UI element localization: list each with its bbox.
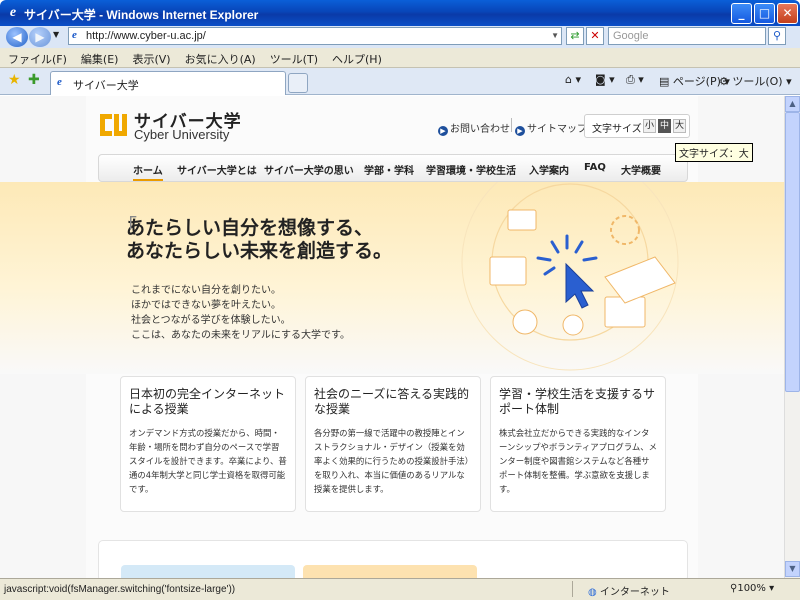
vertical-scrollbar[interactable]: ▲ ▼ <box>784 96 800 578</box>
globe-icon: ◍ <box>588 587 597 598</box>
contact-label: お問い合わせ <box>450 124 510 135</box>
nav-home[interactable]: ホーム <box>133 162 163 181</box>
zone-label: インターネット <box>599 587 670 598</box>
card-title: 日本初の完全インターネットによる授業 <box>129 387 286 416</box>
minimize-button[interactable]: _ <box>731 3 752 24</box>
scroll-down-icon[interactable]: ▼ <box>785 561 800 577</box>
menu-help[interactable]: ヘルプ(H) <box>326 48 388 70</box>
back-button[interactable]: ◀ <box>6 27 28 47</box>
hero-body-line: これまでにない自分を創りたい。 <box>131 285 281 296</box>
status-bar: javascript:void(fsManager.switching('fon… <box>0 578 800 600</box>
address-dropdown-icon[interactable]: ▼ <box>551 28 559 44</box>
card-text: 各分野の第一線で活躍中の教授陣とインストラクショナル・デザイン（授業を効率よく効… <box>314 428 469 494</box>
page-menu-label: ページ(P) <box>672 75 721 88</box>
nav-faculties[interactable]: 学部・学科 <box>364 162 414 177</box>
menu-file[interactable]: ファイル(F) <box>2 48 73 70</box>
hero-illustration <box>461 182 679 371</box>
nav-philosophy[interactable]: サイバー大学の思い <box>264 162 354 177</box>
nav-faq[interactable]: FAQ <box>584 162 606 173</box>
print-icon[interactable]: ⎙ ▾ <box>626 73 644 87</box>
search-icon[interactable]: ⚲ <box>768 27 786 45</box>
page-icon: e <box>72 29 77 41</box>
menu-favorites[interactable]: お気に入り(A) <box>179 48 262 70</box>
font-size-switcher: 文字サイズ 小 中 大 <box>584 114 690 138</box>
feature-card-support[interactable]: 学習・学校生活を支援するサポート体制 株式会社立だからできる実践的なインターンシ… <box>490 376 666 512</box>
arrow-circle-icon: ▶ <box>515 126 525 136</box>
cyber-university-logo-icon <box>100 114 127 136</box>
arrow-circle-icon: ▶ <box>438 126 448 136</box>
tab-cyber-university[interactable]: e サイバー大学 <box>50 71 286 95</box>
maximize-button[interactable]: □ <box>754 3 775 24</box>
tab-title: サイバー大学 <box>73 79 139 92</box>
tools-menu-button[interactable]: ⚙ ツール(O) ▾ <box>719 73 792 89</box>
hero-body-line: ここは、あなたの未来をリアルにする大学です。 <box>131 330 350 341</box>
sitemap-link[interactable]: ▶ サイトマップ <box>515 120 587 136</box>
hero-body-line: ほかではできない夢を叶えたい。 <box>131 300 281 311</box>
tab-favicon-icon: e <box>57 76 62 88</box>
logo-text-en[interactable]: Cyber University <box>134 127 229 142</box>
menu-tools[interactable]: ツール(T) <box>264 48 324 70</box>
zoom-control[interactable]: ⚲100% ▾ <box>730 583 774 594</box>
menu-bar: ファイル(F) 編集(E) 表示(V) お気に入り(A) ツール(T) ヘルプ(H) <box>0 48 800 68</box>
favorites-star-icon[interactable]: ★ <box>8 72 21 88</box>
hero-body: これまでにない自分を創りたい。 ほかではできない夢を叶えたい。 社会とつながる学… <box>131 283 350 343</box>
nav-about[interactable]: サイバー大学とは <box>177 162 257 177</box>
new-tab-button[interactable] <box>288 73 308 93</box>
feeds-icon[interactable]: ◙ ▾ <box>595 73 615 86</box>
search-placeholder: Google <box>613 30 649 42</box>
hero-headline: 「 あたらしい自分を想像する、 あなたらしい未来を創造する。 <box>117 215 393 263</box>
hero-headline-line1: あたらしい自分を想像する、 <box>126 217 374 239</box>
history-dropdown-icon[interactable]: ▼ <box>53 30 59 39</box>
card-text: 株式会社立だからできる実践的なインターンシップやボランティアプログラム、メンター… <box>499 428 657 494</box>
font-size-label: 文字サイズ <box>592 124 642 135</box>
nav-campus-life[interactable]: 学習環境・学校生活 <box>426 162 516 177</box>
hero-body-line: 社会とつながる学びを体験したい。 <box>131 315 291 326</box>
status-divider <box>572 581 573 597</box>
font-size-medium-button[interactable]: 中 <box>658 119 671 133</box>
card-title: 学習・学校生活を支援するサポート体制 <box>499 387 656 416</box>
close-button[interactable]: ✕ <box>777 3 798 24</box>
lower-panel <box>98 540 688 583</box>
window-title: サイバー大学 - Windows Internet Explorer <box>24 8 259 22</box>
menu-view[interactable]: 表示(V) <box>126 48 176 70</box>
font-size-large-button[interactable]: 大 <box>673 119 686 133</box>
nav-admissions[interactable]: 入学案内 <box>529 162 569 177</box>
card-title: 社会のニーズに答える実践的な授業 <box>314 387 470 416</box>
menu-edit[interactable]: 編集(E) <box>75 48 125 70</box>
link-divider <box>511 118 512 132</box>
hero-headline-line2: あなたらしい未来を創造する。 <box>126 240 393 262</box>
nav-overview[interactable]: 大学概要 <box>621 162 661 177</box>
search-input[interactable]: Google <box>608 27 766 45</box>
zoom-value: 100% <box>737 583 766 594</box>
add-favorite-icon[interactable]: ✚ <box>28 72 40 88</box>
cursor-arrow-icon <box>565 262 595 309</box>
card-text: オンデマンド方式の授業だから、時間・年齢・場所を問わず自分のペースで学習スタイル… <box>129 428 287 494</box>
contact-link[interactable]: ▶ お問い合わせ <box>438 120 510 136</box>
forward-button[interactable]: ▶ <box>29 27 51 47</box>
address-url: http://www.cyber-u.ac.jp/ <box>86 30 206 42</box>
tooltip: 文字サイズ：大 <box>675 143 753 162</box>
global-nav: ホーム サイバー大学とは サイバー大学の思い 学部・学科 学習環境・学校生活 入… <box>98 154 688 182</box>
font-size-small-button[interactable]: 小 <box>643 119 656 133</box>
address-bar[interactable]: e http://www.cyber-u.ac.jp/ ▼ <box>68 27 562 45</box>
home-icon[interactable]: ⌂ ▾ <box>565 73 581 86</box>
scroll-up-icon[interactable]: ▲ <box>785 96 800 112</box>
internet-zone[interactable]: ◍ インターネット <box>588 583 670 598</box>
feature-card-practical[interactable]: 社会のニーズに答える実践的な授業 各分野の第一線で活躍中の教授陣とインストラクシ… <box>305 376 481 512</box>
title-bar: e サイバー大学 - Windows Internet Explorer _ □… <box>0 0 800 26</box>
refresh-icon[interactable]: ⇄ <box>566 27 584 45</box>
scrollbar-thumb[interactable] <box>785 112 800 392</box>
bracket-open: 「 <box>117 214 137 238</box>
feature-card-internet[interactable]: 日本初の完全インターネットによる授業 オンデマンド方式の授業だから、時間・年齢・… <box>120 376 296 512</box>
sitemap-label: サイトマップ <box>527 124 587 135</box>
tools-menu-label: ツール(O) <box>732 75 783 88</box>
stop-icon[interactable]: ✕ <box>586 27 604 45</box>
status-text: javascript:void(fsManager.switching('fon… <box>4 584 236 595</box>
ie-logo-icon: e <box>9 5 17 20</box>
